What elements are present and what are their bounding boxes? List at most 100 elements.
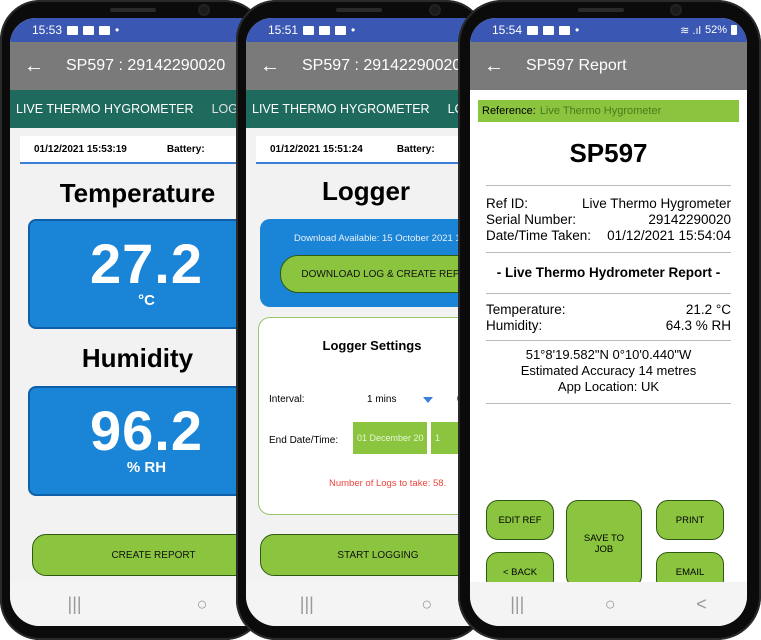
interval-select[interactable]: 1 mins [367,394,396,405]
humidity-panel: 96.2 % RH [28,386,265,496]
chevron-down-icon[interactable] [423,397,433,403]
image-icon [527,25,539,35]
recent-apps-icon[interactable]: ||| [300,594,314,615]
divider [486,252,731,253]
logger-content: 01/12/2021 15:51:24 Battery: Logger Down… [246,128,486,582]
screen: 15:53 • ≋ ← SP597 : 29142290020 LIVE THE… [10,18,265,626]
image-icon [319,25,331,35]
dot-icon: • [351,23,356,37]
divider [486,403,731,404]
tab-bar: LIVE THERMO HYGROMETER LOGG [10,90,265,128]
status-bar: 15:53 • ≋ [10,18,265,42]
download-log-button[interactable]: DOWNLOAD LOG & CREATE REPOR [280,255,486,293]
reference-label: Reference: [482,105,536,117]
divider [486,293,731,294]
humidity-value: 64.3 % RH [665,318,731,333]
recent-apps-icon[interactable]: ||| [510,594,524,615]
battery-icon [731,25,737,35]
status-time: 15:54 [492,23,523,37]
temperature-value: 21.2 °C [685,302,731,317]
serial-label: Serial Number: [486,212,577,227]
humidity-heading: Humidity [81,343,194,373]
back-nav-icon[interactable]: < [696,594,707,615]
notification-icon [99,25,111,35]
dot-icon: • [575,23,580,37]
ref-id-label: Ref ID: [486,196,529,211]
logger-settings-title: Logger Settings [322,338,422,353]
serial-row: Serial Number: 29142290020 [478,212,739,228]
system-nav-bar: ||| ○ [246,582,486,626]
earpiece [578,8,624,12]
create-report-button[interactable]: CREATE REPORT [32,534,265,576]
front-camera [672,6,680,14]
logger-settings-card: Logger Settings Interval: 1 mins 0 End D… [258,317,486,515]
download-available-text: Download Available: 15 October 2021 12 [294,233,467,244]
image-icon [83,25,95,35]
humidity-unit: % RH [126,459,167,476]
image-icon [303,25,315,35]
home-icon[interactable]: ○ [197,594,208,615]
ref-id-value: Live Thermo Hygrometer [581,196,731,211]
app-location: App Location: UK [557,379,660,394]
app-bar: ← SP597 : 29142290020 [246,42,486,90]
front-camera [431,6,439,14]
earpiece [336,8,382,12]
end-date-field[interactable]: 01 December 20 [353,422,427,454]
app-bar: ← SP597 : 29142290020 [10,42,265,90]
print-button[interactable]: PRINT [656,500,724,540]
phone-report: 15:54 • ≋ .ıl 52% ← SP597 Report Referen… [458,0,761,640]
screen: 15:51 • ≋ ← SP597 : 29142290020 LIVE THE… [246,18,486,626]
status-bar: 15:51 • ≋ [246,18,486,42]
download-panel: Download Available: 15 October 2021 12 D… [260,219,486,307]
temperature-unit: °C [138,292,155,309]
reference-bar[interactable]: Reference: Live Thermo Hygrometer [478,100,739,122]
coordinates: 51°8'19.582"N 0°10'0.440"W [525,347,692,362]
page-title: SP597 : 29142290020 [302,57,462,74]
start-logging-button[interactable]: START LOGGING [260,534,486,576]
divider [486,340,731,341]
page-title: SP597 : 29142290020 [66,57,226,74]
datetime-label: Date/Time Taken: [486,228,592,243]
tab-live-thermo[interactable]: LIVE THERMO HYGROMETER [16,102,194,116]
section-title: - Live Thermo Hydrometer Report - [496,265,721,280]
battery-label: Battery: [396,143,435,155]
report-title: SP597 [569,138,648,168]
temperature-label: Temperature: [486,302,566,317]
recent-apps-icon[interactable]: ||| [68,594,82,615]
screen: 15:54 • ≋ .ıl 52% ← SP597 Report Referen… [470,18,747,626]
dot-icon: • [115,23,120,37]
phone-live-readings: 15:53 • ≋ ← SP597 : 29142290020 LIVE THE… [0,0,265,640]
back-arrow-icon[interactable]: ← [260,55,280,78]
front-camera [200,6,208,14]
earpiece [110,8,156,12]
home-icon[interactable]: ○ [421,594,432,615]
status-time: 15:51 [268,23,299,37]
back-arrow-icon[interactable]: ← [24,55,44,78]
notification-icon [559,25,571,35]
signal-icon: ≋ .ıl [680,24,701,37]
tab-bar: LIVE THERMO HYGROMETER LOG [246,90,486,128]
interval-label: Interval: [269,394,305,405]
status-time: 15:53 [32,23,63,37]
reference-value: Live Thermo Hygrometer [539,105,662,117]
battery-percent: 52% [704,24,727,36]
phone-logger: 15:51 • ≋ ← SP597 : 29142290020 LIVE THE… [236,0,486,640]
humidity-value: 96.2 [90,399,203,462]
notification-icon [335,25,347,35]
system-nav-bar: ||| ○ [10,582,265,626]
back-arrow-icon[interactable]: ← [484,55,504,78]
report-content: Reference: Live Thermo Hygrometer SP597 … [470,90,747,592]
system-nav-bar: ||| ○ < [470,582,747,626]
edit-ref-button[interactable]: EDIT REF [486,500,554,540]
temperature-heading: Temperature [59,178,216,208]
home-icon[interactable]: ○ [605,594,616,615]
accuracy: Estimated Accuracy 14 metres [520,363,697,378]
save-to-job-button[interactable]: SAVE TO JOB [566,500,642,588]
reading-datetime: 01/12/2021 15:51:24 [270,143,363,155]
datetime-row: Date/Time Taken: 01/12/2021 15:54:04 [478,228,739,244]
tab-live-thermo[interactable]: LIVE THERMO HYGROMETER [252,102,430,116]
temperature-panel: 27.2 °C [28,219,265,329]
battery-label: Battery: [166,143,205,155]
logs-count-text: Number of Logs to take: 58. [329,478,447,489]
app-bar: ← SP597 Report [470,42,747,90]
